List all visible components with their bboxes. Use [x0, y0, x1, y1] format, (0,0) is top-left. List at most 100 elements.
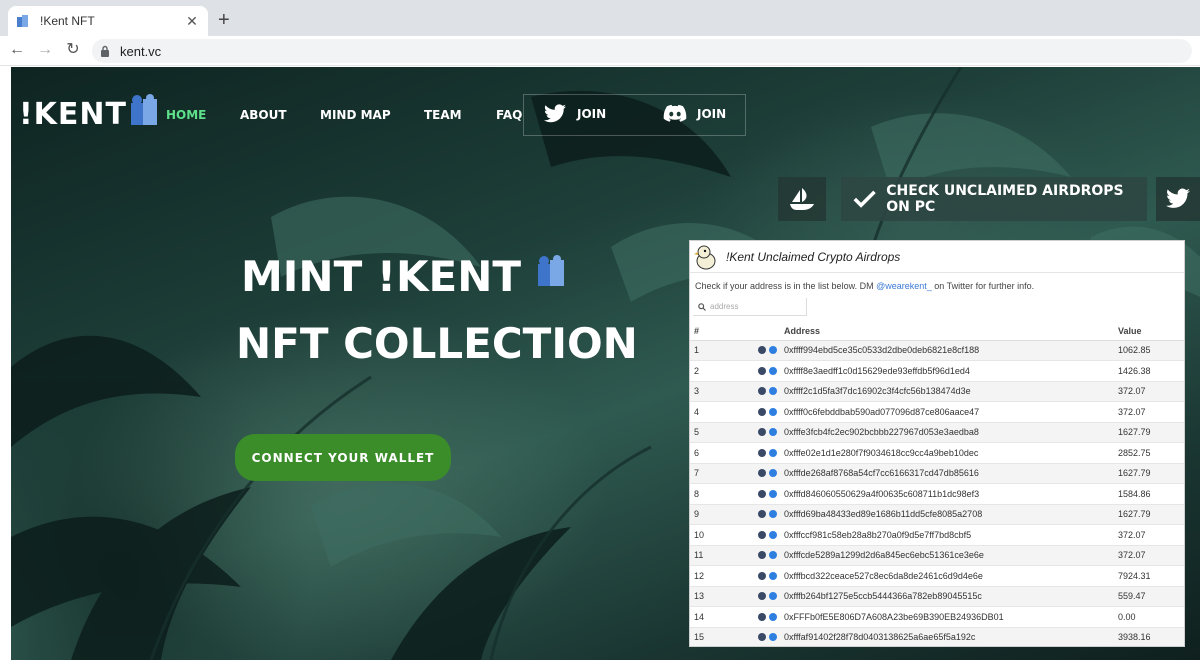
row-number: 3 [690, 381, 758, 402]
close-tab-icon[interactable]: ✕ [184, 13, 200, 30]
row-value: 0.00 [1116, 606, 1184, 628]
row-value: 372.07 [1116, 401, 1184, 423]
etherscan-icon[interactable] [758, 407, 766, 416]
new-tab-button[interactable]: + [218, 8, 230, 32]
site-logo[interactable]: !KENT [19, 97, 127, 132]
opensea-icon[interactable] [769, 530, 777, 539]
opensea-icon[interactable] [769, 346, 777, 355]
row-address[interactable]: 0xfffde268af8768a54cf7cc6166317cd47db856… [784, 463, 1116, 484]
etherscan-icon[interactable] [758, 510, 766, 519]
etherscan-icon[interactable] [758, 551, 766, 560]
col-address-header[interactable]: Address [784, 323, 1116, 341]
row-address[interactable]: 0xfffcde5289a1299d2d6a845ec6ebc51361ce3e… [784, 545, 1116, 566]
nav-about[interactable]: ABOUT [240, 108, 287, 122]
join-discord-label: JOIN [697, 107, 727, 121]
etherscan-icon[interactable] [758, 469, 766, 478]
col-value-header[interactable]: Value [1116, 323, 1184, 341]
row-value: 7924.31 [1116, 565, 1184, 587]
join-discord-link[interactable]: JOIN [663, 103, 726, 125]
opensea-icon[interactable] [769, 612, 777, 621]
etherscan-icon[interactable] [758, 346, 766, 355]
row-address[interactable]: 0xfffaf91402f28f78d0403138625a6ae65f5a19… [784, 627, 1116, 646]
etherscan-icon[interactable] [758, 366, 766, 375]
row-address[interactable]: 0xffff8e3aedff1c0d15629ede93effdb5f96d1e… [784, 360, 1116, 382]
row-address[interactable]: 0xfffd846060550629a4f00635c608711b1dc98e… [784, 483, 1116, 505]
table-row[interactable]: 2 0xffff8e3aedff1c0d15629ede93effdb5f96d1… [690, 360, 1184, 382]
opensea-icon[interactable] [769, 551, 777, 560]
table-row[interactable]: 5 0xfffe3fcb4fc2ec902bcbbb227967d053e3aed… [690, 422, 1184, 443]
row-value: 1426.38 [1116, 360, 1184, 382]
nav-faq[interactable]: FAQ [496, 108, 522, 122]
connect-wallet-button[interactable]: CONNECT YOUR WALLET [235, 434, 451, 481]
table-row[interactable]: 3 0xffff2c1d5fa3f7dc16902c3f4cfc56b138474… [690, 381, 1184, 402]
nav-team[interactable]: TEAM [424, 108, 462, 122]
nav-home[interactable]: HOME [166, 108, 206, 122]
row-icons [758, 340, 784, 361]
etherscan-icon[interactable] [758, 571, 766, 580]
table-row[interactable]: 14 0xFFFb0fE5E806D7A608A23be69B390EB24936… [690, 606, 1184, 628]
opensea-icon[interactable] [769, 571, 777, 580]
table-row[interactable]: 8 0xfffd846060550629a4f00635c608711b1dc98… [690, 483, 1184, 505]
table-row[interactable]: 4 0xffff0c6febddbab590ad077096d87ce806aac… [690, 401, 1184, 423]
twitter-button[interactable] [1156, 177, 1200, 221]
opensea-button[interactable] [778, 177, 826, 221]
join-twitter-link[interactable]: JOIN [543, 103, 606, 125]
etherscan-icon[interactable] [758, 633, 766, 642]
table-row[interactable]: 10 0xfffccf981c58eb28a8b270a0f9d5e7ff7bd8… [690, 524, 1184, 546]
opensea-icon[interactable] [769, 366, 777, 375]
kent-logo-icon [131, 94, 157, 125]
row-address[interactable]: 0xfffccf981c58eb28a8b270a0f9d5e7ff7bd8cb… [784, 524, 1116, 546]
row-address[interactable]: 0xfffbcd322ceace527c8ec6da8de2461c6d9d4e… [784, 565, 1116, 587]
table-row[interactable]: 7 0xfffde268af8768a54cf7cc6166317cd47db85… [690, 463, 1184, 484]
table-row[interactable]: 13 0xfffb264bf1275e5ccb5444366a782eb89045… [690, 586, 1184, 607]
etherscan-icon[interactable] [758, 530, 766, 539]
etherscan-icon[interactable] [758, 592, 766, 601]
etherscan-icon[interactable] [758, 448, 766, 457]
table-row[interactable]: 1 0xffff994ebd5ce35c0533d2dbe0deb6821e8cf… [690, 340, 1184, 361]
row-number: 4 [690, 401, 758, 423]
opensea-icon[interactable] [769, 489, 777, 498]
nav-mind-map[interactable]: MIND MAP [320, 108, 391, 122]
opensea-icon[interactable] [769, 592, 777, 601]
row-icons [758, 442, 784, 464]
browser-tab[interactable]: !Kent NFT ✕ [8, 6, 208, 36]
check-airdrops-button[interactable]: CHECK UNCLAIMED AIRDROPS ON PC [841, 177, 1147, 221]
hero-title-line1: MINT !KENT [241, 252, 522, 301]
row-address[interactable]: 0xfffb264bf1275e5ccb5444366a782eb8904551… [784, 586, 1116, 607]
etherscan-icon[interactable] [758, 612, 766, 621]
row-icons [758, 401, 784, 423]
opensea-icon[interactable] [769, 633, 777, 642]
address-bar[interactable]: kent.vc [92, 39, 1192, 63]
row-address[interactable]: 0xfffd69ba48433ed89e1686b11dd5cfe8085a27… [784, 504, 1116, 525]
opensea-icon[interactable] [769, 428, 777, 437]
airdrop-table: # Address Value 1 0xffff994ebd5ce35c0533d… [690, 323, 1184, 646]
check-airdrops-label: CHECK UNCLAIMED AIRDROPS ON PC [886, 183, 1124, 215]
opensea-icon[interactable] [769, 407, 777, 416]
back-icon[interactable]: ← [6, 40, 28, 60]
opensea-icon[interactable] [769, 510, 777, 519]
reload-icon[interactable]: ↻ [62, 40, 84, 60]
table-row[interactable]: 6 0xfffe02e1d1e280f7f9034618cc9cc4a9beb10… [690, 442, 1184, 464]
etherscan-icon[interactable] [758, 428, 766, 437]
row-address[interactable]: 0xFFFb0fE5E806D7A608A23be69B390EB24936DB… [784, 606, 1116, 628]
table-row[interactable]: 15 0xfffaf91402f28f78d0403138625a6ae65f5a… [690, 627, 1184, 646]
opensea-icon[interactable] [769, 448, 777, 457]
table-row[interactable]: 12 0xfffbcd322ceace527c8ec6da8de2461c6d9d… [690, 565, 1184, 587]
table-row[interactable]: 9 0xfffd69ba48433ed89e1686b11dd5cfe8085a2… [690, 504, 1184, 525]
row-address[interactable]: 0xffff994ebd5ce35c0533d2dbe0deb6821e8cf1… [784, 340, 1116, 361]
row-address[interactable]: 0xfffe3fcb4fc2ec902bcbbb227967d053e3aedb… [784, 422, 1116, 443]
opensea-icon[interactable] [769, 469, 777, 478]
row-address[interactable]: 0xfffe02e1d1e280f7f9034618cc9cc4a9beb10d… [784, 442, 1116, 464]
forward-icon[interactable]: → [34, 40, 56, 60]
row-address[interactable]: 0xffff2c1d5fa3f7dc16902c3f4cfc56b138474d… [784, 381, 1116, 402]
twitter-handle-link[interactable]: @wearekent_ [876, 281, 932, 291]
row-address[interactable]: 0xffff0c6febddbab590ad077096d87ce806aace… [784, 401, 1116, 423]
col-number-header[interactable]: # [690, 323, 758, 341]
table-row[interactable]: 11 0xfffcde5289a1299d2d6a845ec6ebc51361ce… [690, 545, 1184, 566]
address-search-input[interactable] [710, 302, 800, 311]
etherscan-icon[interactable] [758, 489, 766, 498]
etherscan-icon[interactable] [758, 387, 766, 396]
address-search [693, 298, 807, 316]
row-number: 6 [690, 442, 758, 464]
opensea-icon[interactable] [769, 387, 777, 396]
